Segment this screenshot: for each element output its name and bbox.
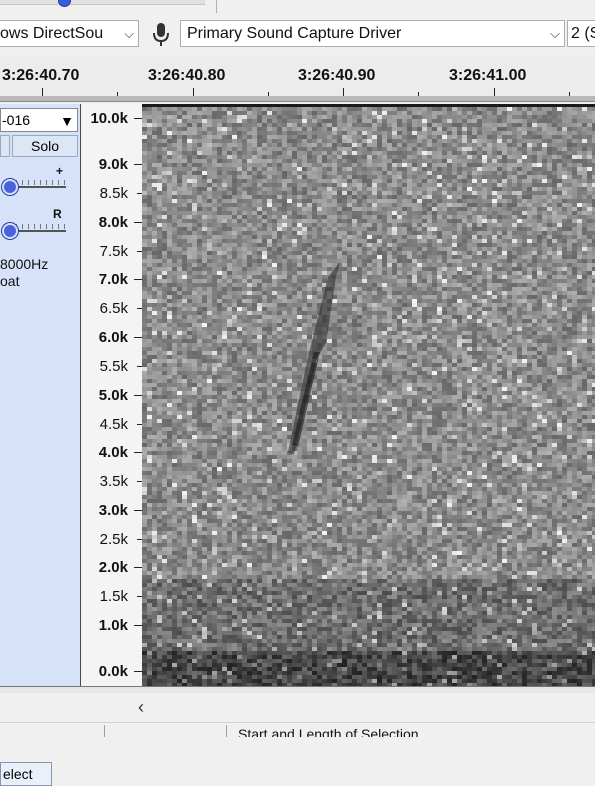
recording-device-select[interactable]: Primary Sound Capture Driver ⌵ [180,20,565,47]
frequency-tick [134,671,142,672]
timeline-label: 3:26:40.80 [148,67,226,84]
sample-format-label: oat [0,273,20,289]
frequency-tick [134,567,142,568]
pan-right-label: R [53,207,62,221]
frequency-label: 7.5k [99,243,128,260]
toolbar-separator [216,0,217,13]
frequency-label: 6.0k [98,329,128,346]
timeline-tick [42,88,43,96]
frequency-label: 5.5k [99,358,128,375]
spectrogram-view[interactable] [142,104,595,686]
recording-channels-select[interactable]: 2 (S [567,20,595,47]
timeline-label: 3:26:40.90 [298,67,376,84]
frequency-tick [134,452,142,453]
selection-toolbar: Start and Length of Selection [0,722,595,737]
timeline-tick [193,88,194,96]
scroll-row: ‹ [0,694,595,722]
chevron-down-icon: ⌵ [550,26,560,41]
frequency-label: 5.0k [98,387,128,404]
frequency-label: 3.5k [99,473,128,490]
frequency-label: 6.5k [99,300,128,317]
timeline-label: 3:26:40.70 [2,67,80,84]
frequency-label: 4.5k [99,416,128,433]
status-separator [104,725,105,737]
mute-button[interactable] [0,135,10,157]
frequency-tick [134,222,142,223]
spectrogram-canvas [142,107,595,686]
recording-device-value: Primary Sound Capture Driver [187,25,402,42]
frequency-tick [134,625,142,626]
volume-slider-track[interactable] [0,0,205,7]
recording-channels-value: 2 (S [571,25,595,42]
frequency-tick [134,337,142,338]
audio-host-select[interactable]: ows DirectSou ⌵ [0,20,139,47]
frequency-label: 10.0k [90,110,128,127]
pan-slider-thumb[interactable] [2,223,18,239]
dropdown-triangle-icon: ▼ [60,113,74,129]
frequency-label: 4.0k [98,444,128,461]
status-separator [226,725,227,737]
frequency-label: 1.5k [99,588,128,605]
timeline-label: 3:26:41.00 [449,67,527,84]
device-toolbar: ows DirectSou ⌵ Primary Sound Capture Dr… [0,14,595,56]
frequency-label: 9.0k [98,156,128,173]
frequency-tick [134,279,142,280]
frequency-ruler[interactable]: 10.0k 9.0k 8.5k 8.0k 7.5k 7.0k 6.5k 6.0k 5.5k 5.0… [82,104,142,686]
top-toolbar-strip [0,0,595,15]
select-button[interactable]: elect [0,762,52,786]
frequency-label: 1.0k [98,617,128,634]
horizontal-scrollbar[interactable] [0,686,595,693]
track-name-menu[interactable]: -016 ▼ [0,108,78,132]
frequency-label: 8.5k [99,185,128,202]
timeline-ruler-edge [0,96,595,102]
frequency-tick [134,395,142,396]
frequency-label: 0.0k [98,663,128,680]
microphone-icon [153,23,169,46]
frequency-label: 7.0k [98,271,128,288]
timeline-ruler[interactable]: 3:26:40.70 3:26:40.80 3:26:40.90 3:26:41… [0,56,595,96]
frequency-tick [134,510,142,511]
frequency-label: 8.0k [98,214,128,231]
timeline-tick [343,88,344,96]
frequency-label: 3.0k [98,502,128,519]
audio-host-value: ows DirectSou [0,25,104,42]
frequency-tick [134,164,142,165]
chevron-down-icon: ⌵ [124,26,134,41]
volume-slider-thumb[interactable] [58,0,71,7]
frequency-label: 2.0k [98,559,128,576]
solo-button[interactable]: Solo [12,135,78,157]
track-name: -016 [2,112,31,128]
gain-plus-label: + [56,164,64,178]
frequency-label: 2.5k [99,531,128,548]
timeline-tick [494,88,495,96]
sample-rate-label: 8000Hz [0,256,49,272]
chevron-left-icon[interactable]: ‹ [138,697,144,718]
gain-slider-thumb[interactable] [2,179,18,195]
frequency-tick [134,118,142,119]
track-control-panel[interactable]: -016 ▼ Solo + R 8000Hz oat elect [0,104,81,786]
